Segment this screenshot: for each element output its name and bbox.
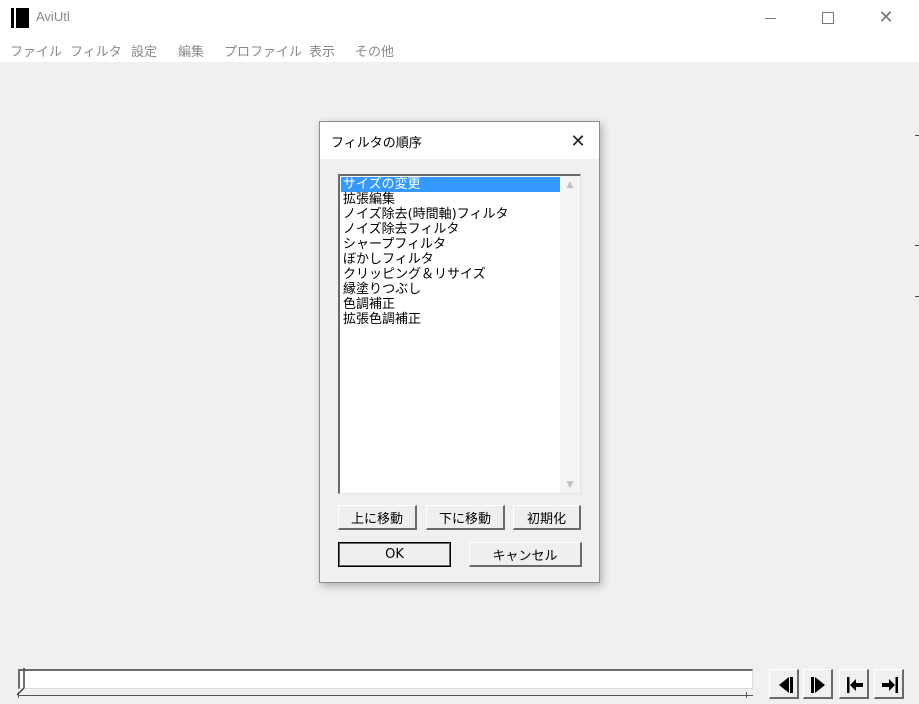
jump-to-start-icon (847, 677, 863, 693)
dialog-title-bar: フィルタの順序 ✕ (320, 122, 599, 159)
ok-button[interactable]: OK (338, 542, 451, 567)
menu-settings[interactable]: 設定 (131, 41, 157, 60)
seek-ruler (18, 695, 753, 696)
menu-profile[interactable]: プロファイル (224, 41, 302, 60)
scroll-up-icon[interactable]: ▲ (560, 176, 580, 193)
reset-button[interactable]: 初期化 (513, 505, 581, 530)
title-bar: AviUtl ✕ (0, 0, 919, 36)
prev-frame-button[interactable] (769, 669, 799, 699)
filter-list-item[interactable]: クリッピング＆リサイズ (341, 267, 560, 282)
close-icon: ✕ (570, 130, 586, 152)
cancel-button[interactable]: キャンセル (469, 542, 582, 567)
maximize-button[interactable] (805, 0, 851, 36)
filter-list-item[interactable]: サイズの変更 (341, 177, 560, 192)
scroll-down-icon[interactable]: ▼ (560, 476, 580, 493)
edge-marker (915, 296, 919, 297)
filter-list: サイズの変更 拡張編集 ノイズ除去(時間軸)フィルタ ノイズ除去フィルタ シャープフィル… (341, 177, 560, 327)
filter-order-dialog: フィルタの順序 ✕ サイズの変更 拡張編集 ノイズ除去(時間軸)フィルタ ノイズ除去フ… (319, 121, 600, 583)
app-icon[interactable] (11, 8, 29, 28)
jump-to-start-button[interactable] (839, 669, 869, 699)
filter-list-item[interactable]: 縁塗りつぶし (341, 282, 560, 297)
dialog-title: フィルタの順序 (331, 136, 422, 151)
filter-list-item[interactable]: 色調補正 (341, 297, 560, 312)
minimize-button[interactable] (747, 0, 793, 36)
maximize-icon (822, 12, 834, 24)
next-frame-icon (811, 677, 825, 693)
window-title: AviUtl (36, 9, 70, 24)
close-button[interactable]: ✕ (863, 0, 909, 36)
filter-list-item[interactable]: ノイズ除去(時間軸)フィルタ (341, 207, 560, 222)
vertical-scrollbar[interactable]: ▲ ▼ (560, 176, 580, 493)
filter-list-item[interactable]: 拡張編集 (341, 192, 560, 207)
filter-list-item[interactable]: ぼかしフィルタ (341, 252, 560, 267)
jump-to-end-button[interactable] (874, 669, 904, 699)
edge-marker (915, 135, 919, 136)
dialog-close-button[interactable]: ✕ (565, 128, 591, 154)
menu-file[interactable]: ファイル (10, 41, 62, 60)
menu-edit[interactable]: 編集 (178, 41, 204, 60)
menu-other[interactable]: その他 (355, 41, 394, 60)
edge-marker (915, 245, 919, 246)
jump-to-end-icon (882, 677, 898, 693)
next-frame-button[interactable] (803, 669, 833, 699)
prev-frame-icon (779, 677, 793, 693)
menu-bar: ファイル フィルタ 設定 編集 プロファイル 表示 その他 (0, 36, 919, 62)
menu-filter[interactable]: フィルタ (70, 41, 122, 60)
move-up-button[interactable]: 上に移動 (338, 505, 417, 530)
menu-view[interactable]: 表示 (309, 41, 335, 60)
seek-tick (746, 692, 747, 698)
close-icon: ✕ (878, 7, 894, 28)
filter-list-item[interactable]: ノイズ除去フィルタ (341, 222, 560, 237)
seek-bar[interactable] (18, 669, 753, 689)
move-down-button[interactable]: 下に移動 (426, 505, 505, 530)
filter-list-item[interactable]: シャープフィルタ (341, 237, 560, 252)
filter-list-item[interactable]: 拡張色調補正 (341, 312, 560, 327)
seek-handle[interactable] (13, 666, 27, 696)
filter-listbox[interactable]: サイズの変更 拡張編集 ノイズ除去(時間軸)フィルタ ノイズ除去フィルタ シャープフィル… (338, 174, 581, 494)
minimize-icon (764, 17, 776, 19)
